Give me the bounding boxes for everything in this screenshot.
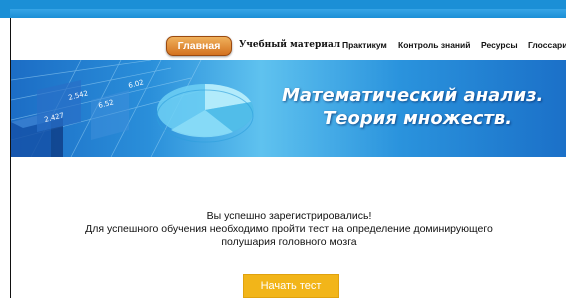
start-test-button[interactable]: Начать тест: [243, 274, 339, 298]
nav-item-glossary[interactable]: Глоссарий: [528, 40, 566, 50]
nav-item-study-material[interactable]: Учебный материал: [239, 40, 340, 50]
top-bar-highlight: [10, 9, 566, 18]
test-instruction-line2: полушария головного мозга: [221, 236, 357, 248]
banner-pie: [156, 83, 254, 143]
nav-item-resources[interactable]: Ресурсы: [481, 40, 518, 50]
banner-bars: [11, 80, 129, 157]
banner-title-line1: Математический анализ.: [282, 85, 544, 106]
header-banner: 2.427 2.542 6.52 6.02 Математический ана…: [11, 60, 566, 157]
main-content: Главная Учебный материал Практикум Контр…: [10, 18, 566, 298]
main-nav: Главная Учебный материал Практикум Контр…: [11, 32, 566, 60]
top-bar: [0, 0, 566, 18]
page: Главная Учебный материал Практикум Контр…: [0, 0, 566, 298]
nav-item-practicum[interactable]: Практикум: [342, 40, 387, 50]
chart-label-4: 6.02: [128, 78, 145, 90]
banner-title-line2: Теория множеств.: [323, 108, 513, 129]
registration-success-message: Вы успешно зарегистрировались!: [206, 210, 372, 222]
nav-home-tab[interactable]: Главная: [166, 36, 232, 56]
test-instruction-line1: Для успешного обучения необходимо пройти…: [85, 223, 493, 235]
nav-item-knowledge-control[interactable]: Контроль знаний: [398, 40, 471, 50]
